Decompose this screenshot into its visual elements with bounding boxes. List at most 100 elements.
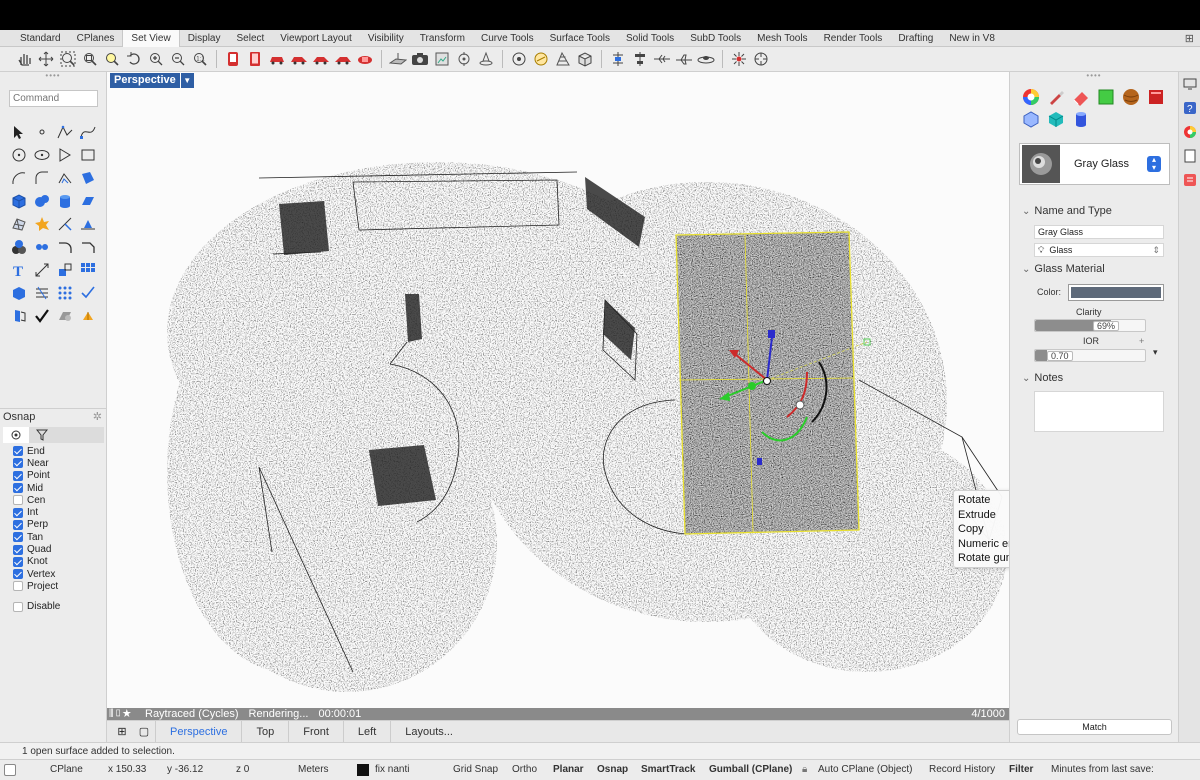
chevron-down-icon[interactable]: ▾ — [1153, 347, 1158, 358]
paint-brush-icon[interactable] — [1045, 86, 1067, 108]
osnap-item[interactable]: Perp — [0, 519, 107, 531]
toolbar-tab[interactable]: New in V8 — [941, 30, 1003, 47]
toolbar-tab[interactable]: Curve Tools — [473, 30, 542, 47]
box-icon[interactable] — [7, 189, 30, 212]
boolean-union-icon[interactable] — [30, 189, 53, 212]
toolbar-tab[interactable]: Display — [180, 30, 229, 47]
color-swatch[interactable] — [1068, 284, 1164, 301]
render-icon[interactable] — [53, 304, 76, 327]
zoom-extents-icon[interactable] — [58, 49, 78, 69]
contour-icon[interactable] — [30, 281, 53, 304]
curve-icon[interactable] — [76, 120, 99, 143]
checkbox[interactable] — [13, 470, 23, 481]
viewport-tab[interactable]: Layouts... — [390, 720, 467, 743]
checkmark-icon[interactable] — [30, 304, 53, 327]
teal-gem-icon[interactable] — [1045, 108, 1067, 130]
eraser-icon[interactable] — [1070, 86, 1092, 108]
clarity-value[interactable]: 69% — [1093, 321, 1120, 331]
toolbar-tab[interactable]: CPlanes — [69, 30, 123, 47]
plus-icon[interactable]: + — [1139, 336, 1144, 346]
osnap-tab-snaps[interactable] — [3, 427, 29, 443]
car-front-icon[interactable] — [267, 49, 287, 69]
tablet-view-icon[interactable] — [245, 49, 265, 69]
material-stepper[interactable]: ▴ ▾ — [1147, 156, 1161, 172]
osnap-item[interactable]: Vertex — [0, 568, 107, 580]
car-top-icon[interactable] — [355, 49, 375, 69]
record-history-toggle[interactable]: Record History — [929, 760, 995, 780]
notes-field[interactable] — [1034, 391, 1164, 432]
material-type-select[interactable]: 💡︎ Glass ⇕ — [1034, 243, 1164, 257]
rotate-view-icon[interactable] — [531, 49, 551, 69]
cylinder-icon[interactable] — [53, 189, 76, 212]
match-button[interactable]: Match — [1017, 719, 1172, 735]
viewport-tab[interactable]: Left — [342, 720, 390, 743]
toolbar-tab[interactable]: Solid Tools — [618, 30, 682, 47]
pan-icon[interactable] — [14, 49, 34, 69]
section-glass-material[interactable]: Glass Material — [1022, 263, 1104, 275]
camera-icon[interactable] — [410, 49, 430, 69]
toolbar-tab[interactable]: Surface Tools — [542, 30, 618, 47]
mesh-icon[interactable] — [7, 212, 30, 235]
panel-grip[interactable]: •••• — [1010, 72, 1178, 80]
target-icon[interactable] — [509, 49, 529, 69]
tabs-overflow-icon[interactable]: ⊞ — [1185, 32, 1194, 45]
explode-icon[interactable] — [30, 212, 53, 235]
layer-icon[interactable] — [7, 304, 30, 327]
project-icon[interactable] — [76, 281, 99, 304]
offset-icon[interactable] — [53, 166, 76, 189]
blue-cylinder-icon[interactable] — [1070, 108, 1092, 130]
toolbar-tab[interactable]: Viewport Layout — [272, 30, 360, 47]
fly-icon[interactable] — [652, 49, 672, 69]
align-center-icon[interactable] — [630, 49, 650, 69]
set-target-icon[interactable] — [454, 49, 474, 69]
ior-value[interactable]: 0.70 — [1047, 351, 1073, 361]
page-icon[interactable] — [1179, 144, 1200, 168]
zoom-in-icon[interactable] — [146, 49, 166, 69]
checkbox[interactable] — [13, 601, 23, 612]
phone-view-icon[interactable] — [223, 49, 243, 69]
sky-icon[interactable] — [696, 49, 716, 69]
viewport-tab[interactable]: Top — [241, 720, 288, 743]
osnap-item[interactable]: Near — [0, 457, 107, 469]
context-menu-item[interactable]: Rotate gumballDouble click — [954, 551, 1009, 566]
osnap-item[interactable]: Point — [0, 470, 107, 482]
material-header[interactable]: Gray Glass ▴ ▾ — [1019, 143, 1170, 185]
osnap-item[interactable]: Cen — [0, 494, 107, 506]
checkbox[interactable] — [13, 483, 23, 494]
group-icon[interactable] — [7, 235, 30, 258]
color-wheel-icon[interactable] — [1020, 86, 1042, 108]
chevron-down-icon[interactable]: ▼ — [180, 73, 194, 88]
car-left-icon[interactable] — [311, 49, 331, 69]
section-notes[interactable]: Notes — [1022, 372, 1063, 384]
osnap-item[interactable]: End — [0, 445, 107, 457]
ellipse-icon[interactable] — [30, 143, 53, 166]
checkbox[interactable] — [13, 446, 23, 457]
viewport-title[interactable]: Perspective ▼ — [110, 73, 194, 88]
grid-snap-toggle[interactable]: Grid Snap — [453, 760, 498, 780]
checkbox[interactable] — [13, 569, 23, 580]
split-icon[interactable] — [76, 212, 99, 235]
extrude-icon[interactable] — [76, 189, 99, 212]
checkbox[interactable] — [13, 495, 23, 506]
zoom-out-icon[interactable] — [168, 49, 188, 69]
transform-icon[interactable] — [53, 258, 76, 281]
checkbox[interactable] — [13, 556, 23, 567]
named-view-icon[interactable] — [432, 49, 452, 69]
ortho-toggle[interactable]: Ortho — [512, 760, 537, 780]
gear-icon[interactable]: ✲ — [93, 409, 102, 426]
planar-toggle[interactable]: Planar — [553, 760, 584, 780]
lock-icon[interactable]: 🔒︎ — [802, 760, 807, 780]
checkbox[interactable] — [13, 458, 23, 469]
text-icon[interactable]: T — [7, 258, 30, 281]
clarity-slider[interactable]: 69% — [1034, 319, 1146, 332]
monitor-icon[interactable] — [1179, 72, 1200, 96]
checkbox[interactable] — [13, 507, 23, 518]
toolbar-tab[interactable]: Mesh Tools — [749, 30, 815, 47]
fillet-edge-icon[interactable] — [53, 235, 76, 258]
libraries-icon[interactable] — [1179, 168, 1200, 192]
toolbar-tab[interactable]: Drafting — [890, 30, 941, 47]
dimension-icon[interactable] — [30, 258, 53, 281]
circle-icon[interactable] — [7, 143, 30, 166]
auto-cplane-toggle[interactable]: Auto CPlane (Object) — [818, 760, 913, 780]
zoom-1to1-icon[interactable]: 1:1 — [190, 49, 210, 69]
